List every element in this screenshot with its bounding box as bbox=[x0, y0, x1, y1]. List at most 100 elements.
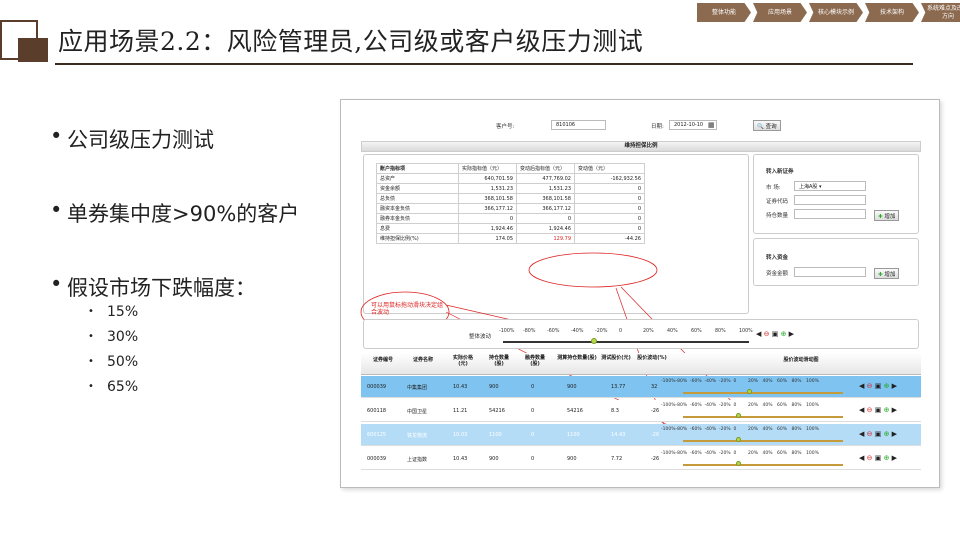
row-slider-knob[interactable] bbox=[747, 389, 752, 394]
sub-bullet-item: 50% bbox=[88, 354, 138, 370]
row-slider-tick: 100% bbox=[806, 379, 819, 384]
row-slider-tick: 60% bbox=[777, 403, 788, 408]
market-select[interactable]: 上海A股 ▾ bbox=[794, 181, 866, 191]
fund-amount-input[interactable] bbox=[794, 267, 866, 277]
row-slider-tick: 40% bbox=[762, 379, 773, 384]
row-slider-tick: 0 bbox=[733, 451, 737, 456]
slider-controls[interactable]: ◀ ⊖ ▣ ⊕ ▶ bbox=[756, 330, 794, 338]
query-button[interactable]: 🔍 查询 bbox=[753, 120, 781, 131]
row-slider-tick: -20% bbox=[719, 427, 731, 432]
row-slider-tick: 0 bbox=[733, 379, 737, 384]
row-controls[interactable]: ◀ ⊖ ▣ ⊕ ▶ bbox=[859, 454, 897, 462]
row-slider-tick: 40% bbox=[762, 427, 773, 432]
import-fund-title: 转入资金 bbox=[766, 255, 789, 261]
grid-cell-code: 000039 bbox=[367, 384, 387, 390]
nav-item-scenario[interactable]: 应用场景 bbox=[753, 3, 807, 22]
row-slider-tick: -20% bbox=[719, 379, 731, 384]
grid-cell-qty: 54216 bbox=[489, 408, 505, 414]
table-row: 资金余额 1,531.23 1,531.23 0 bbox=[376, 183, 645, 194]
grid-cell-calc-qty: 54216 bbox=[567, 408, 583, 414]
grid-cell-short: 0 bbox=[531, 456, 535, 462]
add-security-button[interactable]: ✚ 增加 bbox=[874, 210, 900, 221]
row-slider-tick: -60% bbox=[690, 427, 702, 432]
app-screenshot: 客户号: 810106 日期: 2012-10-10 ▦ 🔍 查询 维持担保比例… bbox=[340, 99, 940, 488]
grid-cell-calc-qty: 900 bbox=[567, 456, 577, 462]
grid-cell-name: 中集集团 bbox=[407, 385, 428, 391]
row-slider-tick: -100% bbox=[661, 403, 676, 408]
table-row[interactable]: 600118 中国卫星 11.21 54216 0 54216 8.3 -26 -100% -80… bbox=[361, 400, 921, 422]
import-security-panel: 转入新证券 市 场: 上海A股 ▾ 证券代码 持仓数量 ✚ 增加 bbox=[753, 154, 919, 234]
row-slider-tick: -100% bbox=[661, 427, 676, 432]
page-title: 应用场景2.2：风险管理员,公司级或客户级压力测试 bbox=[58, 27, 644, 56]
account-input[interactable]: 810106 bbox=[551, 120, 606, 130]
section-nav: 整体功能 应用场景 核心模块示例 技术架构 系统难点及改进方向 bbox=[697, 3, 960, 22]
row-slider-tick: 40% bbox=[762, 451, 773, 456]
row-slider-tick: 0 bbox=[733, 427, 737, 432]
row-slider-tick: 80% bbox=[791, 403, 802, 408]
sub-bullet-item: 30% bbox=[88, 329, 138, 345]
sub-bullet-item: 65% bbox=[88, 379, 138, 395]
nav-item-core-module[interactable]: 核心模块示例 bbox=[809, 3, 863, 22]
row-slider-knob[interactable] bbox=[735, 437, 741, 442]
bullet-item: 假设市场下跌幅度： bbox=[50, 272, 256, 302]
grid-cell-qty: 900 bbox=[489, 456, 499, 462]
table-row: 融资本金负债 366,177.12 366,177.12 0 bbox=[376, 203, 645, 214]
table-row: 总负债 368,101.58 368,101.58 0 bbox=[376, 193, 645, 204]
slider-tick-label: -80% bbox=[523, 329, 536, 334]
metrics-table: 账户指标项 实际指标值（元） 变动后指标值（元） 变动值（元） 总资产 640,7… bbox=[376, 163, 645, 244]
row-slider-tick: 20% bbox=[748, 403, 759, 408]
overall-slider-knob[interactable] bbox=[591, 338, 597, 344]
nav-item-architecture[interactable]: 技术架构 bbox=[865, 3, 919, 22]
row-slider-track[interactable] bbox=[683, 440, 843, 442]
date-label: 日期: bbox=[651, 124, 664, 130]
annotation-text: 可以用鼠标拖动滑块决定组合波动 bbox=[371, 302, 444, 316]
table-row[interactable]: 600125 铁龙物流 10.03 1100 0 1100 14.43 -26 -100% -80… bbox=[361, 424, 921, 446]
add-fund-button[interactable]: ✚ 增加 bbox=[874, 268, 900, 279]
row-slider-tick: -80% bbox=[675, 403, 688, 408]
grid-cell-change: -26 bbox=[651, 456, 660, 462]
grid-cell-short: 0 bbox=[531, 432, 535, 438]
grid-header: 证券编号 证券名称 实际价格(元) 持仓数量(股) 融券数量(股) 测算持仓数量… bbox=[361, 353, 921, 375]
row-slider-track[interactable] bbox=[683, 392, 843, 394]
slider-tick-label: 60% bbox=[691, 329, 702, 334]
table-row: 息费 1,924.46 1,924.46 0 bbox=[376, 223, 645, 234]
slider-tick-label: -60% bbox=[547, 329, 560, 334]
grid-cell-price: 10.43 bbox=[453, 456, 468, 462]
row-slider-tick: -60% bbox=[690, 403, 702, 408]
grid-cell-code: 000039 bbox=[367, 456, 387, 462]
title-divider bbox=[55, 63, 913, 65]
nav-item-difficulties[interactable]: 系统难点及改进方向 bbox=[921, 3, 960, 22]
row-slider-track[interactable] bbox=[683, 416, 843, 418]
table-row[interactable]: 000039 中集集团 10.43 900 0 900 13.77 32 -100% -80% -6… bbox=[361, 376, 921, 398]
nav-item-overall[interactable]: 整体功能 bbox=[697, 3, 751, 22]
table-header-row: 账户指标项 实际指标值（元） 变动后指标值（元） 变动值（元） bbox=[376, 163, 645, 174]
row-slider-tick: -100% bbox=[661, 451, 676, 456]
grid-cell-name: 铁龙物流 bbox=[407, 433, 428, 439]
row-slider-tick: 60% bbox=[777, 451, 788, 456]
import-security-title: 转入新证券 bbox=[766, 169, 794, 175]
row-slider-tick: 40% bbox=[762, 403, 773, 408]
grid-cell-name: 上证指数 bbox=[407, 457, 428, 463]
amount-label: 资金金额 bbox=[766, 271, 789, 277]
code-label: 证券代码 bbox=[766, 199, 789, 205]
grid-cell-price: 10.43 bbox=[453, 384, 468, 390]
slider-tick-label: 20% bbox=[643, 329, 654, 334]
row-slider-knob[interactable] bbox=[735, 413, 741, 418]
row-slider-knob[interactable] bbox=[735, 461, 741, 466]
security-qty-input[interactable] bbox=[794, 209, 866, 219]
calendar-icon[interactable]: ▦ bbox=[708, 121, 715, 129]
row-slider-track[interactable] bbox=[683, 464, 843, 466]
security-code-input[interactable] bbox=[794, 195, 866, 205]
section-title: 维持担保比例 bbox=[361, 141, 921, 152]
table-row[interactable]: 000039 上证指数 10.43 900 0 900 7.72 -26 -100% -80% -6… bbox=[361, 448, 921, 470]
row-controls[interactable]: ◀ ⊖ ▣ ⊕ ▶ bbox=[859, 430, 897, 438]
slider-tick-label: 100% bbox=[739, 329, 753, 334]
row-controls[interactable]: ◀ ⊖ ▣ ⊕ ▶ bbox=[859, 406, 897, 414]
overall-slider-track[interactable] bbox=[503, 341, 749, 343]
table-row: 融券本金负债 0 0 0 bbox=[376, 213, 645, 224]
row-controls[interactable]: ◀ ⊖ ▣ ⊕ ▶ bbox=[859, 382, 897, 390]
grid-cell-code: 600125 bbox=[367, 432, 387, 438]
grid-cell-change: -26 bbox=[651, 432, 660, 438]
grid-cell-qty: 900 bbox=[489, 384, 499, 390]
row-slider-tick: -80% bbox=[675, 427, 688, 432]
